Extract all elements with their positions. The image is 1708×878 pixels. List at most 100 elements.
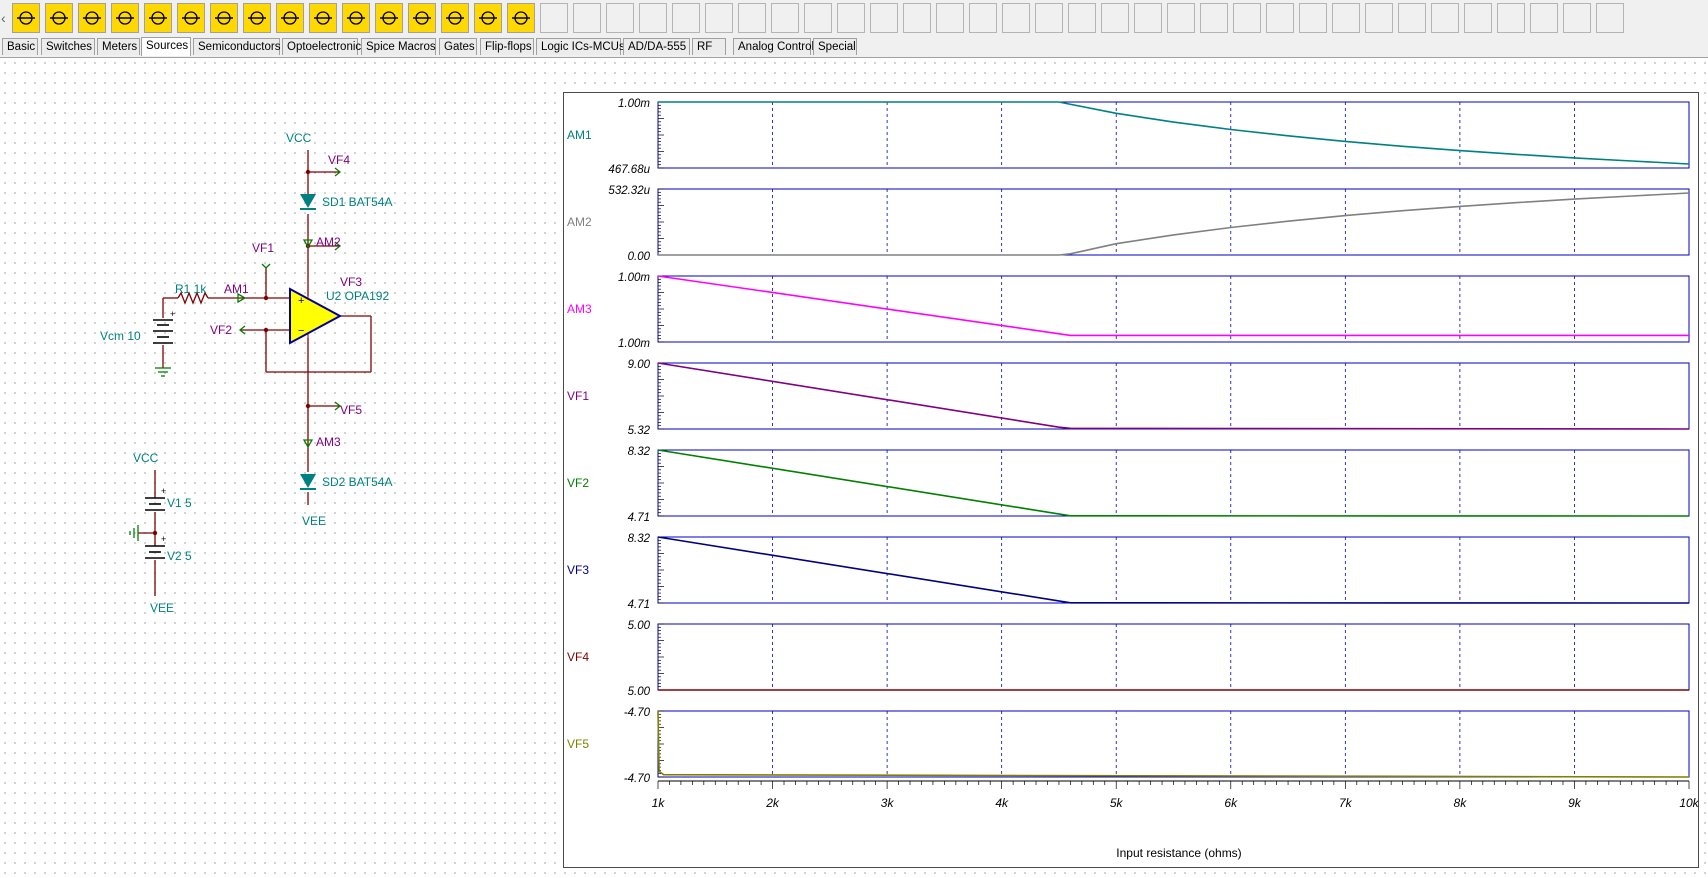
tab-semiconductors[interactable]: Semiconductors bbox=[193, 38, 280, 55]
empty-toolbar-slot[interactable] bbox=[903, 3, 931, 33]
series-name-vf2: VF2 bbox=[567, 476, 589, 490]
series-name-vf4: VF4 bbox=[567, 650, 589, 664]
empty-toolbar-slot[interactable] bbox=[1365, 3, 1393, 33]
empty-toolbar-slot[interactable] bbox=[1068, 3, 1096, 33]
resistor-icon[interactable] bbox=[309, 3, 337, 33]
x-tick-label: 8k bbox=[1454, 796, 1468, 810]
tab-analog-control[interactable]: Analog Control bbox=[733, 38, 814, 55]
power-source-icon[interactable] bbox=[12, 3, 40, 33]
voltmeter-icon[interactable] bbox=[111, 3, 139, 33]
empty-toolbar-slot[interactable] bbox=[1563, 3, 1591, 33]
y-top-label-vf5: -4.70 bbox=[624, 707, 651, 719]
label-vf3: VF3 bbox=[340, 275, 362, 289]
y-bottom-label-am1: 467.68u bbox=[608, 164, 650, 176]
tab-rf[interactable]: RF bbox=[692, 38, 726, 55]
x-tick-label: 2k bbox=[765, 796, 780, 810]
empty-toolbar-slot[interactable] bbox=[606, 3, 634, 33]
series-name-vf1: VF1 bbox=[567, 389, 589, 403]
x-tick-label: 5k bbox=[1110, 796, 1124, 810]
series-name-vf5: VF5 bbox=[567, 737, 589, 751]
empty-toolbar-slot[interactable] bbox=[672, 3, 700, 33]
ic-icon[interactable] bbox=[441, 3, 469, 33]
empty-toolbar-slot[interactable] bbox=[1431, 3, 1459, 33]
tab-switches[interactable]: Switches bbox=[41, 38, 95, 55]
resistor-icon[interactable] bbox=[243, 3, 271, 33]
empty-toolbar-slot[interactable] bbox=[1266, 3, 1294, 33]
empty-toolbar-slot[interactable] bbox=[1398, 3, 1426, 33]
x-tick-label: 6k bbox=[1224, 796, 1238, 810]
schematic-canvas[interactable]: + − + + + VCC VF4 SD1 BAT54A AM2 VF1 VF3… bbox=[0, 58, 1708, 878]
voltage-pin-icon[interactable] bbox=[342, 3, 370, 33]
y-bottom-label-vf1: 5.32 bbox=[628, 425, 651, 437]
empty-toolbar-slot[interactable] bbox=[1332, 3, 1360, 33]
ammeter-icon[interactable] bbox=[78, 3, 106, 33]
tab-gates[interactable]: Gates bbox=[439, 38, 477, 55]
empty-toolbar-slot[interactable] bbox=[1299, 3, 1327, 33]
x-tick-label: 9k bbox=[1568, 796, 1582, 810]
empty-toolbar-slot[interactable] bbox=[1497, 3, 1525, 33]
tab-basic[interactable]: Basic bbox=[2, 38, 38, 55]
empty-toolbar-slot[interactable] bbox=[1101, 3, 1129, 33]
empty-toolbar-slot[interactable] bbox=[1596, 3, 1624, 33]
y-bottom-label-am2: 0.00 bbox=[628, 251, 651, 263]
label-vf5: VF5 bbox=[340, 403, 362, 417]
empty-toolbar-slot[interactable] bbox=[639, 3, 667, 33]
empty-toolbar-slot[interactable] bbox=[1035, 3, 1063, 33]
toolbar-scroll-left-icon[interactable]: ‹ bbox=[1, 8, 9, 28]
empty-toolbar-slot[interactable] bbox=[705, 3, 733, 33]
pulse-source-icon[interactable] bbox=[375, 3, 403, 33]
svg-text:+: + bbox=[298, 295, 304, 307]
y-bottom-label-am3: 1.00m bbox=[618, 338, 650, 350]
empty-toolbar-slot[interactable] bbox=[1464, 3, 1492, 33]
empty-toolbar-slot[interactable] bbox=[1530, 3, 1558, 33]
analysis-plot-window[interactable]: Input resistance (ohms) 1.00m 467.68u AM1 5… bbox=[563, 92, 1699, 868]
tab-flip-flops[interactable]: Flip-flops bbox=[480, 38, 534, 55]
current-source-icon[interactable] bbox=[144, 3, 172, 33]
x-tick-label: 4k bbox=[995, 796, 1009, 810]
y-top-label-vf1: 9.00 bbox=[628, 359, 651, 371]
empty-toolbar-slot[interactable] bbox=[573, 3, 601, 33]
x-tick-label: 10k bbox=[1679, 796, 1698, 810]
tab-meters[interactable]: Meters bbox=[97, 38, 140, 55]
label-vcc-bottom: VCC bbox=[133, 451, 159, 465]
empty-toolbar-slot[interactable] bbox=[1167, 3, 1195, 33]
label-u2: U2 OPA192 bbox=[326, 289, 389, 303]
label-am1: AM1 bbox=[224, 282, 249, 296]
y-top-label-vf4: 5.00 bbox=[628, 620, 651, 632]
empty-toolbar-slot[interactable] bbox=[870, 3, 898, 33]
y-bottom-label-vf4: 5.00 bbox=[628, 686, 651, 698]
svg-text:+: + bbox=[170, 309, 175, 319]
empty-toolbar-slot[interactable] bbox=[1233, 3, 1261, 33]
empty-toolbar-slot[interactable] bbox=[969, 3, 997, 33]
battery-icon[interactable] bbox=[45, 3, 73, 33]
label-sd2: SD2 BAT54A bbox=[322, 475, 392, 489]
x-tick-label: 7k bbox=[1339, 796, 1353, 810]
crystal-icon[interactable] bbox=[507, 3, 535, 33]
resistor-icon[interactable] bbox=[210, 3, 238, 33]
tab-special[interactable]: Special bbox=[813, 38, 857, 55]
empty-toolbar-slot[interactable] bbox=[1002, 3, 1030, 33]
label-am3: AM3 bbox=[316, 435, 341, 449]
label-sd1: SD1 BAT54A bbox=[322, 195, 392, 209]
empty-toolbar-slot[interactable] bbox=[771, 3, 799, 33]
tab-spice-macros[interactable]: Spice Macros bbox=[361, 38, 436, 55]
schematic-diagram: + − + + + VCC VF4 SD1 BAT54A AM2 VF1 VF3… bbox=[100, 131, 392, 615]
y-bottom-label-vf2: 4.71 bbox=[628, 512, 650, 524]
resistor-icon[interactable] bbox=[276, 3, 304, 33]
empty-toolbar-slot[interactable] bbox=[804, 3, 832, 33]
empty-toolbar-slot[interactable] bbox=[738, 3, 766, 33]
empty-toolbar-slot[interactable] bbox=[837, 3, 865, 33]
tab-sources[interactable]: Sources bbox=[141, 37, 191, 56]
pulse-source-icon[interactable] bbox=[408, 3, 436, 33]
tab-optoelectronic[interactable]: Optoelectronic bbox=[282, 38, 361, 55]
label-vee-bottom: VEE bbox=[150, 601, 174, 615]
tab-ad-da-555[interactable]: AD/DA-555 bbox=[623, 38, 690, 55]
empty-toolbar-slot[interactable] bbox=[540, 3, 568, 33]
empty-toolbar-slot[interactable] bbox=[1134, 3, 1162, 33]
ic-icon[interactable] bbox=[474, 3, 502, 33]
switch-icon[interactable] bbox=[177, 3, 205, 33]
label-vcm: Vcm 10 bbox=[100, 329, 141, 343]
tab-logic-ics-mcus[interactable]: Logic ICs-MCUs bbox=[536, 38, 625, 55]
empty-toolbar-slot[interactable] bbox=[1200, 3, 1228, 33]
empty-toolbar-slot[interactable] bbox=[936, 3, 964, 33]
